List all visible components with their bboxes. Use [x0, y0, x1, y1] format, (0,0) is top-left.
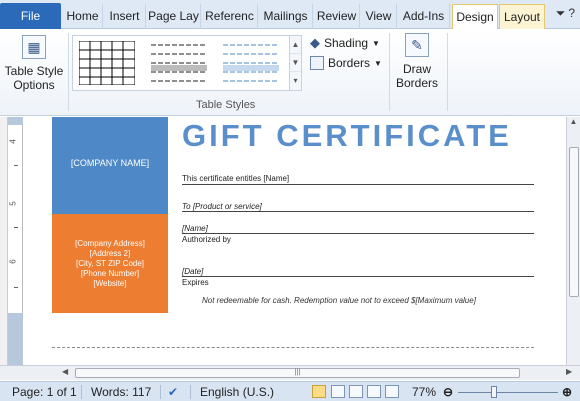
- pencil-icon: ✎: [405, 33, 429, 57]
- table-style-options-label: Table Style Options: [4, 64, 64, 92]
- product-field[interactable]: To [Product or service]: [182, 202, 262, 211]
- status-divider: [160, 385, 161, 399]
- ruler-margin: [8, 117, 23, 125]
- zoom-slider-track[interactable]: [458, 392, 558, 393]
- shading-button[interactable]: ◆ Shading ▼: [310, 35, 380, 51]
- address-line[interactable]: [Company Address]: [52, 239, 168, 249]
- ribbon-controls[interactable]: ⏷?: [556, 6, 578, 24]
- gallery-more-icon[interactable]: ▾: [290, 72, 301, 90]
- ruler-margin: [8, 313, 23, 365]
- zoom-level[interactable]: 77%: [412, 385, 436, 399]
- tab-view[interactable]: View: [361, 4, 397, 29]
- scroll-right-icon[interactable]: ▶: [566, 367, 572, 376]
- authorized-name-field[interactable]: [Name]: [182, 224, 208, 233]
- zoom-out-icon[interactable]: ⊖: [443, 385, 453, 399]
- help-icon[interactable]: ?: [568, 6, 578, 20]
- ruler-tick: [14, 227, 18, 228]
- ruler-number: 4: [8, 139, 18, 144]
- company-name-block: [COMPANY NAME]: [52, 117, 168, 214]
- scroll-up-icon[interactable]: ▲: [567, 117, 580, 131]
- tab-layout[interactable]: Layout: [499, 4, 545, 30]
- draw-borders-button[interactable]: ✎ Draw Borders: [392, 33, 442, 90]
- disclaimer-text[interactable]: Not redeemable for cash. Redemption valu…: [202, 296, 476, 305]
- group-divider: [68, 33, 69, 111]
- table-style-light-shading[interactable]: [151, 41, 207, 85]
- outline-icon[interactable]: [367, 385, 381, 398]
- page-count[interactable]: Page: 1 of 1: [12, 385, 77, 399]
- paint-bucket-icon: ◆: [310, 35, 320, 50]
- scroll-left-icon[interactable]: ◀: [62, 367, 68, 376]
- draw-borders-label: Draw Borders: [395, 62, 439, 90]
- table-style-light-shading-accent[interactable]: [223, 41, 279, 85]
- tab-design[interactable]: Design: [452, 4, 498, 30]
- cut-line: [52, 347, 534, 348]
- tab-insert[interactable]: Insert: [104, 4, 146, 29]
- entitles-field[interactable]: This certificate entitles [Name]: [182, 174, 289, 183]
- zoom-slider-knob[interactable]: [491, 386, 497, 398]
- status-divider: [81, 385, 82, 399]
- status-divider: [190, 385, 191, 399]
- table-styles-gallery: [72, 35, 290, 91]
- status-bar: Page: 1 of 1 Words: 117 ✔ English (U.S.)…: [0, 381, 580, 401]
- address-line[interactable]: [Address 2]: [52, 249, 168, 259]
- vertical-scroll-thumb[interactable]: [569, 147, 579, 297]
- vertical-scrollbar[interactable]: ▲: [566, 117, 580, 365]
- minimize-ribbon-icon[interactable]: ⏷: [556, 6, 569, 20]
- zoom-in-icon[interactable]: ⊕: [562, 385, 572, 399]
- proofing-icon[interactable]: ✔: [168, 385, 178, 399]
- tab-file[interactable]: File: [0, 3, 61, 29]
- gallery-down-icon[interactable]: ▼: [290, 54, 301, 72]
- ribbon-tab-bar: File Home Insert Page Lay Referenc Maili…: [0, 0, 580, 30]
- company-address-block: [Company Address] [Address 2] [City, ST …: [52, 214, 168, 313]
- shading-label: Shading: [324, 36, 369, 50]
- address-line[interactable]: [Website]: [52, 279, 168, 289]
- company-name[interactable]: [COMPANY NAME]: [52, 117, 168, 168]
- borders-icon: [310, 56, 324, 70]
- borders-label: Borders: [328, 56, 371, 70]
- tab-review[interactable]: Review: [314, 4, 360, 29]
- ribbon-design: ▦ Table Style Options ▲ ▼ ▾ ◆ Shading ▼ …: [0, 29, 580, 116]
- authorized-by-label: Authorized by: [182, 235, 231, 244]
- field-underline: [182, 233, 534, 234]
- gallery-up-icon[interactable]: ▲: [290, 36, 301, 54]
- chevron-down-icon: ▼: [374, 58, 382, 68]
- tab-page-layout[interactable]: Page Lay: [147, 4, 201, 29]
- print-layout-icon[interactable]: [312, 385, 326, 398]
- address-line[interactable]: [Phone Number]: [52, 269, 168, 279]
- ruler-number: 6: [8, 259, 18, 264]
- horizontal-scrollbar[interactable]: ◀ ||| ▶: [0, 365, 580, 380]
- field-underline: [182, 184, 534, 185]
- word-count[interactable]: Words: 117: [91, 385, 151, 399]
- borders-button[interactable]: Borders ▼: [310, 56, 382, 70]
- expires-date-field[interactable]: [Date]: [182, 267, 203, 276]
- field-underline: [182, 211, 534, 212]
- tab-references[interactable]: Referenc: [202, 4, 258, 29]
- table-style-plain-grid[interactable]: [79, 41, 135, 85]
- full-screen-reading-icon[interactable]: [331, 385, 345, 398]
- web-layout-icon[interactable]: [349, 385, 363, 398]
- certificate-title[interactable]: GIFT CERTIFICATE: [182, 118, 512, 154]
- group-divider: [389, 33, 390, 111]
- ruler-number: 5: [8, 201, 18, 206]
- table-grid-icon: ▦: [22, 35, 46, 59]
- ruler-tick: [14, 165, 18, 166]
- draft-icon[interactable]: [385, 385, 399, 398]
- horizontal-scroll-thumb[interactable]: |||: [75, 368, 520, 378]
- group-divider: [447, 33, 448, 111]
- expires-label: Expires: [182, 278, 209, 287]
- language[interactable]: English (U.S.): [200, 385, 274, 399]
- group-label-table-styles: Table Styles: [196, 99, 256, 111]
- ruler-tick: [14, 287, 18, 288]
- tab-mailings[interactable]: Mailings: [259, 4, 313, 29]
- tab-home[interactable]: Home: [63, 4, 103, 29]
- table-style-options-button[interactable]: ▦ Table Style Options: [4, 35, 64, 92]
- field-underline: [182, 276, 534, 277]
- tab-add-ins[interactable]: Add-Ins: [398, 4, 450, 29]
- gallery-scroll[interactable]: ▲ ▼ ▾: [289, 35, 302, 91]
- chevron-down-icon: ▼: [372, 38, 380, 48]
- vertical-ruler: 4 5 6: [7, 117, 23, 365]
- address-line[interactable]: [City, ST ZIP Code]: [52, 259, 168, 269]
